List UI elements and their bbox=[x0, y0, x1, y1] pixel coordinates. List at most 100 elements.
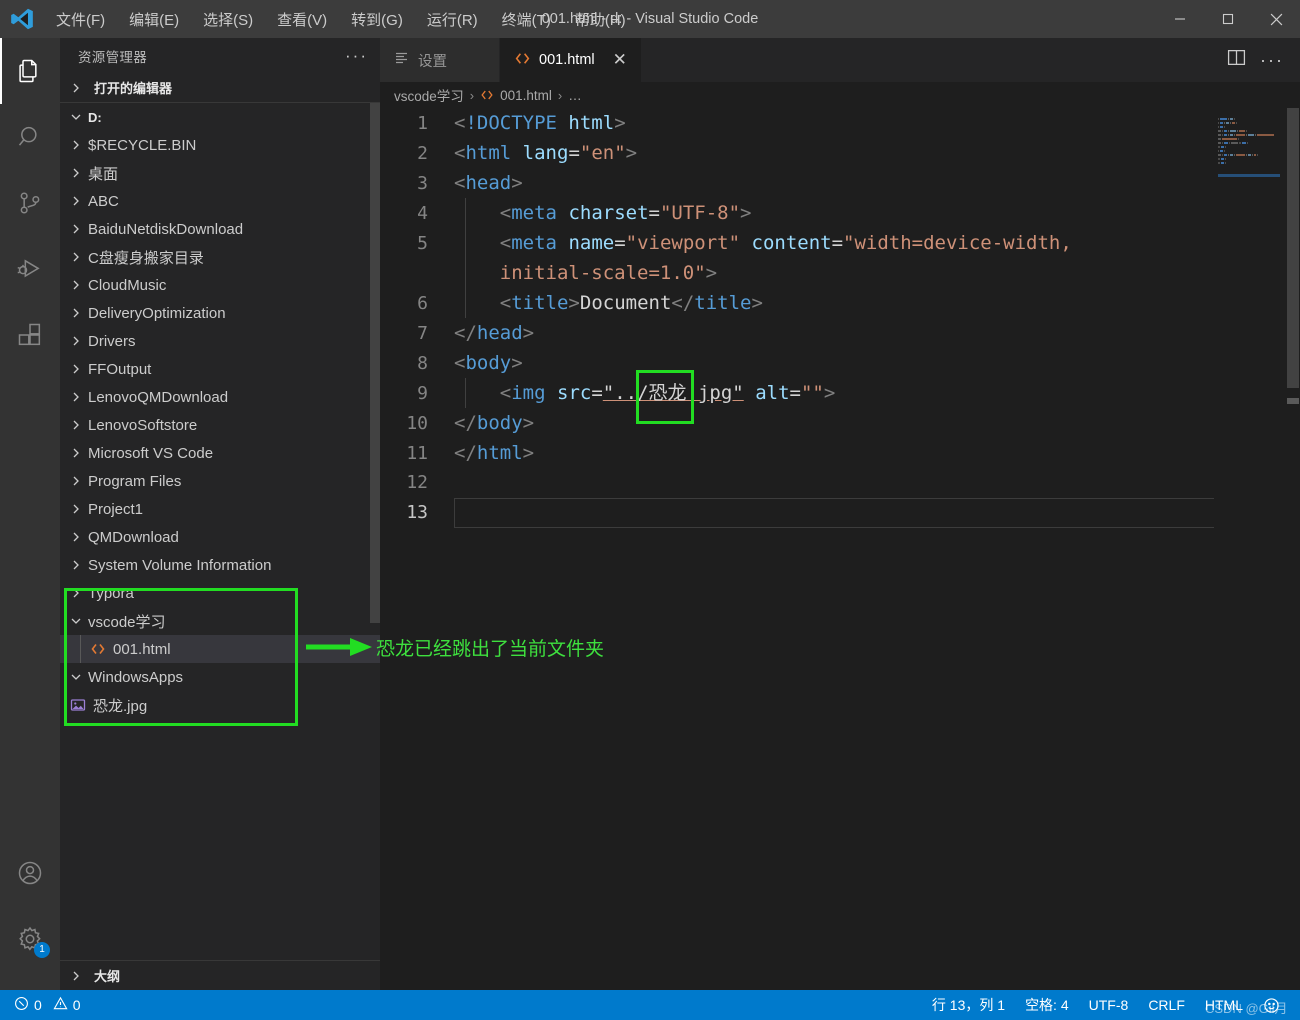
tree-row[interactable]: FFOutput bbox=[60, 355, 380, 383]
chevron-right-icon[interactable] bbox=[68, 445, 84, 461]
chevron-right-icon[interactable] bbox=[68, 361, 84, 377]
breadcrumb-folder[interactable]: vscode学习 bbox=[394, 85, 464, 105]
chevron-right-icon[interactable] bbox=[68, 417, 84, 433]
code-line[interactable]: 11 </html> bbox=[380, 438, 1300, 468]
menu-file[interactable]: 文件(F) bbox=[44, 5, 117, 34]
line-content[interactable]: <meta name="viewport" content="width=dev… bbox=[454, 228, 1072, 258]
line-content[interactable]: initial-scale=1.0"> bbox=[454, 258, 717, 288]
chevron-down-icon[interactable] bbox=[68, 669, 84, 685]
menu-view[interactable]: 查看(V) bbox=[265, 5, 339, 34]
line-content[interactable]: <meta charset="UTF-8"> bbox=[454, 198, 752, 228]
line-content[interactable]: </head> bbox=[454, 318, 534, 348]
editor-scrollbar-thumb[interactable] bbox=[1287, 108, 1299, 388]
chevron-right-icon[interactable] bbox=[68, 473, 84, 489]
tree-row-root[interactable]: D: bbox=[60, 103, 380, 131]
tab-settings[interactable]: 设置 bbox=[380, 38, 500, 82]
menu-bar[interactable]: 文件(F) 编辑(E) 选择(S) 查看(V) 转到(G) 运行(R) 终端(T… bbox=[44, 5, 638, 34]
code-line[interactable]: 10 </body> bbox=[380, 408, 1300, 438]
split-editor-icon[interactable] bbox=[1227, 48, 1246, 72]
sidebar-scrollbar[interactable] bbox=[370, 103, 380, 623]
tree-row[interactable]: Project1 bbox=[60, 495, 380, 523]
tree-row[interactable]: vscode学习 bbox=[60, 607, 380, 635]
menu-terminal[interactable]: 终端(T) bbox=[490, 5, 563, 34]
code-line[interactable]: 3 <head> bbox=[380, 168, 1300, 198]
maximize-button[interactable] bbox=[1204, 0, 1252, 38]
sidebar-more-actions-icon[interactable]: ··· bbox=[345, 46, 368, 66]
line-content[interactable]: <!DOCTYPE html> bbox=[454, 108, 626, 138]
line-content[interactable]: </body> bbox=[454, 408, 534, 438]
tree-row[interactable]: ABC bbox=[60, 187, 380, 215]
tree-row[interactable]: Program Files bbox=[60, 467, 380, 495]
tree-row[interactable]: Drivers bbox=[60, 327, 380, 355]
editor-more-actions-icon[interactable]: ··· bbox=[1260, 50, 1284, 71]
tree-row[interactable]: $RECYCLE.BIN bbox=[60, 131, 380, 159]
menu-edit[interactable]: 编辑(E) bbox=[117, 5, 191, 34]
code-editor[interactable]: 1 <!DOCTYPE html> 2 <html lang="en"> 3 <head>… bbox=[380, 108, 1300, 990]
code-line[interactable]: 7 </head> bbox=[380, 318, 1300, 348]
tree-row[interactable]: 桌面 bbox=[60, 159, 380, 187]
tree-row[interactable]: DeliveryOptimization bbox=[60, 299, 380, 327]
line-content[interactable]: <img src="../恐龙.jpg" alt=""> bbox=[454, 378, 836, 408]
editor-scrollbar[interactable] bbox=[1286, 108, 1300, 990]
tree-row[interactable]: C盘瘦身搬家目录 bbox=[60, 243, 380, 271]
code-line[interactable]: 4 <meta charset="UTF-8"> bbox=[380, 198, 1300, 228]
tree-row[interactable]: WindowsApps bbox=[60, 663, 380, 691]
code-line[interactable]: 6 <title>Document</title> bbox=[380, 288, 1300, 318]
code-line[interactable]: 8 <body> bbox=[380, 348, 1300, 378]
tree-row[interactable]: QMDownload bbox=[60, 523, 380, 551]
breadcrumb-file[interactable]: 001.html bbox=[500, 88, 552, 103]
minimize-button[interactable] bbox=[1156, 0, 1204, 38]
menu-run[interactable]: 运行(R) bbox=[415, 5, 490, 34]
breadcrumb-overflow[interactable]: … bbox=[568, 88, 582, 103]
tree-row[interactable]: 001.html bbox=[60, 635, 380, 663]
file-tree[interactable]: D: $RECYCLE.BIN 桌面 ABC BaiduNetdiskDownload… bbox=[60, 103, 380, 960]
chevron-right-icon[interactable] bbox=[68, 165, 84, 181]
activity-source-control[interactable] bbox=[0, 170, 60, 236]
tree-row[interactable]: Typora bbox=[60, 579, 380, 607]
chevron-right-icon[interactable] bbox=[68, 305, 84, 321]
chevron-right-icon[interactable] bbox=[68, 529, 84, 545]
code-line[interactable]: 9 <img src="../恐龙.jpg" alt=""> bbox=[380, 378, 1300, 408]
chevron-right-icon[interactable] bbox=[68, 277, 84, 293]
chevron-right-icon[interactable] bbox=[68, 585, 84, 601]
tree-row[interactable]: BaiduNetdiskDownload bbox=[60, 215, 380, 243]
menu-help[interactable]: 帮助(H) bbox=[563, 5, 638, 34]
chevron-right-icon[interactable] bbox=[68, 249, 84, 265]
code-line[interactable]: initial-scale=1.0"> bbox=[380, 258, 1300, 288]
code-line[interactable]: 5 <meta name="viewport" content="width=d… bbox=[380, 228, 1300, 258]
menu-selection[interactable]: 选择(S) bbox=[191, 5, 265, 34]
code-line[interactable]: 2 <html lang="en"> bbox=[380, 138, 1300, 168]
code-lines[interactable]: 1 <!DOCTYPE html> 2 <html lang="en"> 3 <head>… bbox=[380, 108, 1300, 528]
indentation[interactable]: 空格: 4 bbox=[1015, 995, 1079, 1015]
chevron-right-icon[interactable] bbox=[68, 557, 84, 573]
line-content[interactable]: <html lang="en"> bbox=[454, 138, 637, 168]
line-content[interactable]: <title>Document</title> bbox=[454, 288, 763, 318]
activity-run-and-debug[interactable] bbox=[0, 236, 60, 302]
section-open-editors[interactable]: 打开的编辑器 bbox=[60, 73, 380, 103]
tab-001-html[interactable]: 001.html ✕ bbox=[500, 38, 642, 82]
activity-settings[interactable]: 1 bbox=[0, 906, 60, 972]
end-of-line[interactable]: CRLF bbox=[1138, 997, 1195, 1013]
tree-row[interactable]: LenovoQMDownload bbox=[60, 383, 380, 411]
minimap[interactable] bbox=[1214, 108, 1286, 990]
chevron-right-icon[interactable] bbox=[68, 389, 84, 405]
chevron-right-icon[interactable] bbox=[68, 501, 84, 517]
problems-indicator[interactable]: 0 0 bbox=[14, 996, 91, 1014]
activity-account[interactable] bbox=[0, 840, 60, 906]
tree-row[interactable]: LenovoSoftstore bbox=[60, 411, 380, 439]
tree-row[interactable]: CloudMusic bbox=[60, 271, 380, 299]
code-line[interactable]: 12 bbox=[380, 468, 1300, 498]
activity-explorer[interactable] bbox=[0, 38, 60, 104]
tree-row[interactable]: System Volume Information bbox=[60, 551, 380, 579]
encoding[interactable]: UTF-8 bbox=[1079, 997, 1139, 1013]
cursor-position[interactable]: 行 13，列 1 bbox=[922, 995, 1015, 1015]
line-content[interactable]: <body> bbox=[454, 348, 523, 378]
chevron-right-icon[interactable] bbox=[68, 193, 84, 209]
breadcrumb[interactable]: vscode学习 › 001.html › … bbox=[380, 82, 1300, 108]
section-outline[interactable]: 大纲 bbox=[60, 960, 380, 990]
code-line[interactable]: 13 bbox=[380, 498, 1300, 528]
chevron-down-icon[interactable] bbox=[68, 613, 84, 629]
chevron-right-icon[interactable] bbox=[68, 333, 84, 349]
chevron-right-icon[interactable] bbox=[68, 221, 84, 237]
line-content[interactable]: <head> bbox=[454, 168, 523, 198]
